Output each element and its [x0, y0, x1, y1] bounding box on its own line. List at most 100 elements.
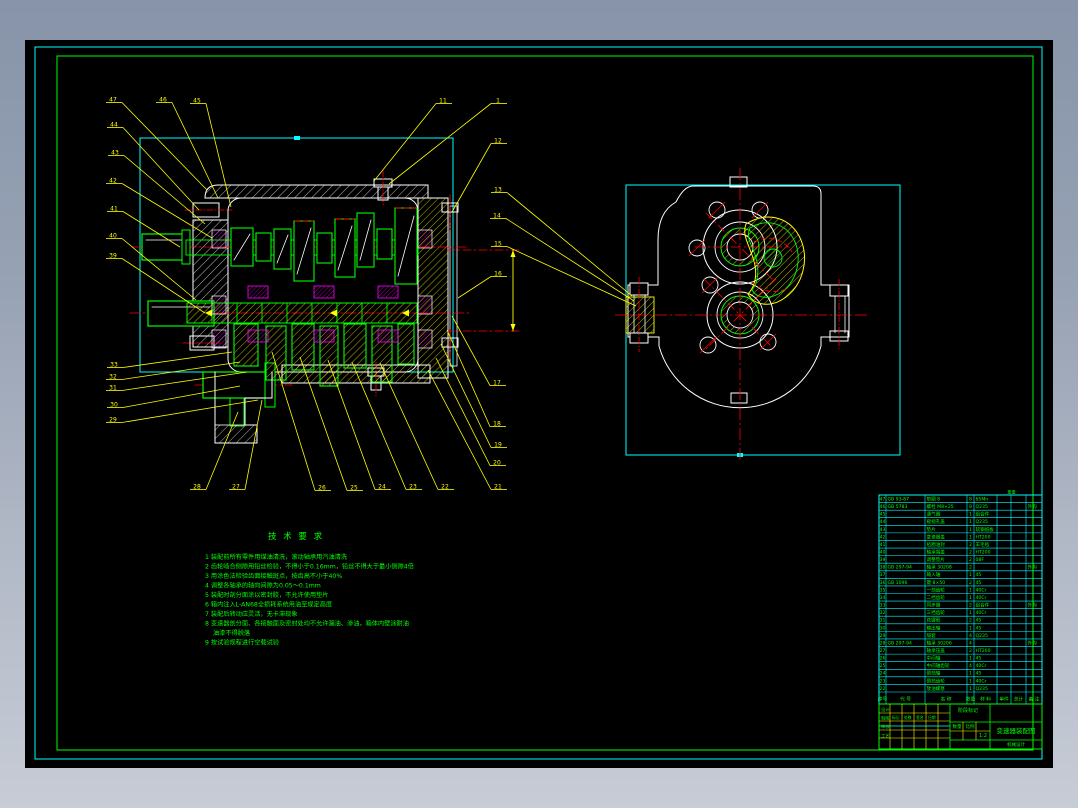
table-cell: 1 [969, 519, 972, 525]
table-cell: Q235 [976, 633, 988, 639]
table-cell: 一挡齿轮 [927, 586, 946, 593]
table-cell: 8 [969, 504, 972, 510]
bottom-lug [730, 392, 748, 404]
table-cell: 输入轴 [927, 571, 941, 578]
gearbox-end-view [615, 168, 868, 462]
balloon-number: 14 [493, 213, 501, 220]
leader-line [121, 102, 208, 191]
table-cell: 1 [969, 572, 972, 578]
housing-top-wall [204, 184, 429, 199]
balloon-number: 18 [493, 421, 501, 428]
table-cell: 22 [880, 686, 886, 692]
table-cell: 44 [880, 519, 886, 525]
table-cell: GB 93-87 [888, 496, 910, 502]
table-cell: 2 [969, 557, 972, 563]
balloon-number: 20 [493, 460, 501, 467]
cad-model-space[interactable]: { "colors":{"background_top":"#8794a9","… [25, 40, 1053, 768]
cad-drawing[interactable]: 47 46 45444342414039333231302928 27 26 25 24 23… [25, 40, 1053, 768]
balloon-number: 26 [318, 485, 326, 492]
qty-label: 数量 [953, 723, 962, 730]
balloon-number: 30 [110, 402, 118, 409]
table-cell: 25 [880, 663, 886, 669]
balloon-number: 39 [109, 253, 117, 260]
balloon-number: 15 [494, 241, 502, 248]
table-cell: 24 [880, 671, 886, 677]
leader-line [440, 343, 492, 448]
table-cell: 43 [880, 527, 886, 533]
table-cell: 垫圈 8 [927, 495, 941, 502]
table-cell: 轴承 30208 [927, 564, 952, 571]
table-cell: 1 [969, 527, 972, 533]
table-cell: 45 [976, 671, 982, 677]
leader-line [451, 143, 492, 213]
table-cell: 40Cr [976, 663, 987, 669]
grip-point[interactable] [294, 136, 300, 140]
title-block: 阶段标记 数量 比例 1:2 变速器装配图 机械设计 设计制图审核工艺 标记 处数… [878, 703, 1043, 750]
balloon-number: 16 [494, 271, 502, 278]
table-cell: 外购 [1028, 503, 1038, 510]
balloon-number: 32 [109, 374, 117, 381]
table-cell: 45 [976, 625, 982, 631]
table-cell: 组合件 [976, 602, 990, 609]
balloon-number: 29 [109, 417, 117, 424]
notes-title: 技 术 要 求 [268, 531, 324, 542]
table-cell: 8 [969, 496, 972, 502]
table-cell: 软钢纸板 [976, 526, 995, 533]
vertical-dimension [446, 249, 521, 332]
signature-labels: 设计制图审核工艺 [881, 706, 890, 738]
table-cell: 40Cr [976, 595, 987, 601]
balloon-number: 13 [494, 187, 502, 194]
table-cell: 34 [880, 595, 886, 601]
signature-grid [879, 704, 950, 749]
table-cell: 31 [880, 618, 886, 624]
table-cell: 2 [969, 618, 972, 624]
table-cell: 1 [969, 587, 972, 593]
notes-item: 3 用涂色法检验齿面接触斑点，按齿高不小于40% [205, 572, 342, 580]
leader-line [506, 192, 633, 297]
sig-label: 设计 [881, 706, 889, 713]
notes-item: 5 装配时剖分面涂以密封胶，不允许使用垫片 [205, 591, 328, 599]
table-header: 材 料 [980, 696, 991, 703]
leader-line [446, 329, 491, 427]
table-cell: 毡圈油封 [927, 541, 946, 548]
table-cell: 35 [880, 587, 886, 593]
table-cell: 40 [880, 549, 886, 555]
table-cell: Q235 [976, 504, 988, 510]
table-cell: 1 [969, 512, 972, 518]
table-cell: 45 [976, 572, 982, 578]
table-cell: 键 8×50 [927, 579, 946, 586]
balloon-number: 33 [110, 362, 118, 369]
balloon-number: 27 [232, 484, 240, 491]
table-cell: 窥视孔盖 [927, 518, 946, 525]
table-cell: 通气器 [927, 511, 941, 518]
table-cell: 轴承端盖 [927, 548, 946, 555]
table-cell: Q235 [976, 686, 988, 692]
table-cell: 输出轴 [927, 624, 941, 631]
sheet-frame [34, 46, 1043, 760]
organization: 机械设计 [1007, 741, 1025, 748]
shift-pocket-section [744, 216, 805, 305]
notes-item: 1 装配前所有零件用煤油清洗，滚动轴承用汽油清洗 [205, 553, 348, 561]
right-side-bolt [829, 279, 849, 350]
table-cell: 2 [969, 648, 972, 654]
scale-label: 比例 [966, 723, 975, 730]
table-cell: 花键毂 [927, 617, 941, 624]
table-header: 单件 [999, 696, 1009, 703]
leader-line [457, 276, 492, 299]
notes-item-cont: 油漆不得脱落 [213, 629, 251, 637]
gearbox-sectional-view [129, 170, 521, 444]
table-cell: 4 [969, 640, 972, 646]
table-header: 序号 [878, 696, 888, 703]
desktop-background: { "colors":{"background_top":"#8794a9","… [0, 0, 1078, 808]
table-cell: 外购 [1028, 639, 1038, 646]
leader-line [121, 399, 259, 423]
left-flange-bolt-top [184, 202, 233, 218]
leader-line [122, 351, 233, 368]
table-cell: GB 5783 [888, 504, 908, 510]
leader-line [373, 103, 437, 182]
notes-item: 4 调整各轴承的轴向间隙为0.05～0.1mm [205, 582, 321, 590]
balloon-number: 45 [193, 98, 201, 105]
parts-table: 47 GB 93-87 垫圈 8 8 65Mn 46 GB 5783 螺栓 M8×25 8 Q23… [878, 489, 1043, 705]
balloon-number: 28 [193, 484, 201, 491]
leader-line [205, 411, 239, 490]
